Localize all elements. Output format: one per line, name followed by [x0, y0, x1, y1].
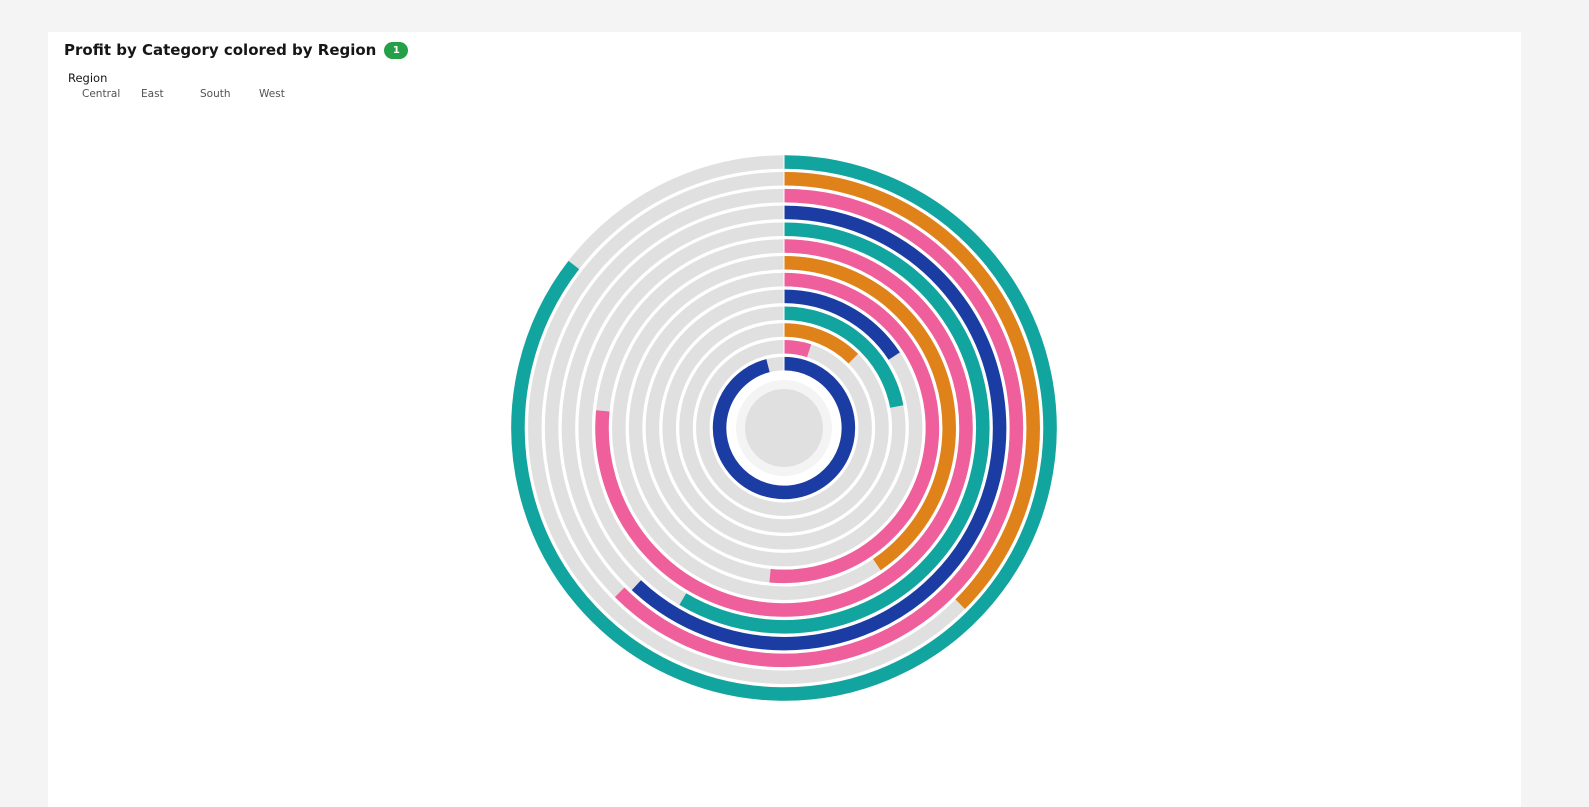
radial-bar-chart: [511, 155, 1057, 701]
center-hub: [745, 389, 823, 467]
bar-south[interactable]: [783, 340, 812, 358]
chart-card: Profit by Category colored by Region 1 R…: [48, 32, 1521, 807]
